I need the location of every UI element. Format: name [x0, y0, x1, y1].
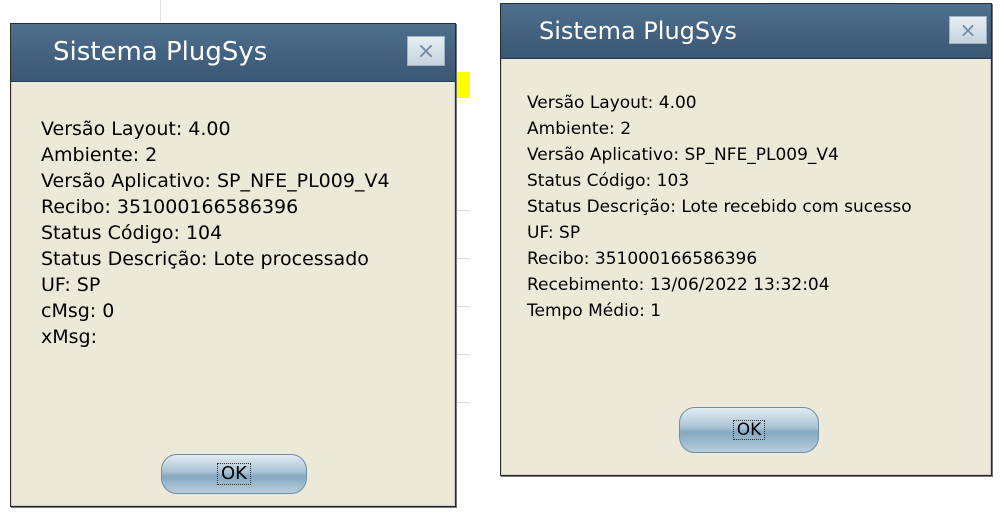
message-line: UF: SP	[527, 223, 581, 243]
background-highlight-cell	[455, 72, 470, 98]
title-bar[interactable]: Sistema PlugSys ×	[11, 24, 455, 82]
message-line: Versão Aplicativo: SP_NFE_PL009_V4	[41, 170, 390, 192]
background-gridline	[456, 306, 470, 307]
message-line: Ambiente: 2	[527, 119, 632, 139]
message-line: Versão Layout: 4.00	[41, 118, 231, 140]
message-line: Status Descrição: Lote recebido com suce…	[527, 197, 912, 217]
close-button[interactable]: ×	[949, 16, 987, 44]
ok-button-label: OK	[732, 419, 766, 441]
message-line: Tempo Médio: 1	[527, 301, 662, 321]
message-line: Versão Layout: 4.00	[527, 93, 697, 113]
message-line: Recibo: 351000166586396	[527, 249, 758, 269]
message-line: UF: SP	[41, 274, 101, 296]
background-gridline	[160, 0, 161, 22]
background-gridline	[456, 258, 470, 259]
close-icon: ×	[416, 38, 436, 64]
ok-button-label: OK	[217, 463, 251, 485]
close-icon: ×	[959, 18, 977, 42]
dialog-title: Sistema PlugSys	[539, 17, 737, 45]
message-line: Versão Aplicativo: SP_NFE_PL009_V4	[527, 145, 839, 165]
dialog-plugsys-processed: Sistema PlugSys × Versão Layout: 4.00 Am…	[10, 23, 456, 507]
dialog-title: Sistema PlugSys	[53, 37, 268, 67]
message-line: cMsg: 0	[41, 300, 115, 322]
background-gridline	[456, 354, 470, 355]
message-lines: Versão Layout: 4.00 Ambiente: 2 Versão A…	[527, 90, 912, 324]
message-line: Recibo: 351000166586396	[41, 196, 299, 218]
background-gridline	[456, 402, 470, 403]
message-line: Recebimento: 13/06/2022 13:32:04	[527, 275, 830, 295]
message-line: xMsg:	[41, 326, 97, 348]
ok-button[interactable]: OK	[161, 454, 307, 494]
message-lines: Versão Layout: 4.00 Ambiente: 2 Versão A…	[41, 116, 390, 350]
message-line: Status Código: 103	[527, 171, 690, 191]
message-line: Status Descrição: Lote processado	[41, 248, 369, 270]
message-line: Ambiente: 2	[41, 144, 158, 166]
ok-button[interactable]: OK	[679, 407, 819, 453]
title-bar[interactable]: Sistema PlugSys ×	[501, 4, 991, 59]
dialog-plugsys-received: Sistema PlugSys × Versão Layout: 4.00 Am…	[500, 3, 992, 476]
background-gridline	[456, 210, 470, 211]
message-line: Status Código: 104	[41, 222, 223, 244]
close-button[interactable]: ×	[407, 36, 445, 66]
